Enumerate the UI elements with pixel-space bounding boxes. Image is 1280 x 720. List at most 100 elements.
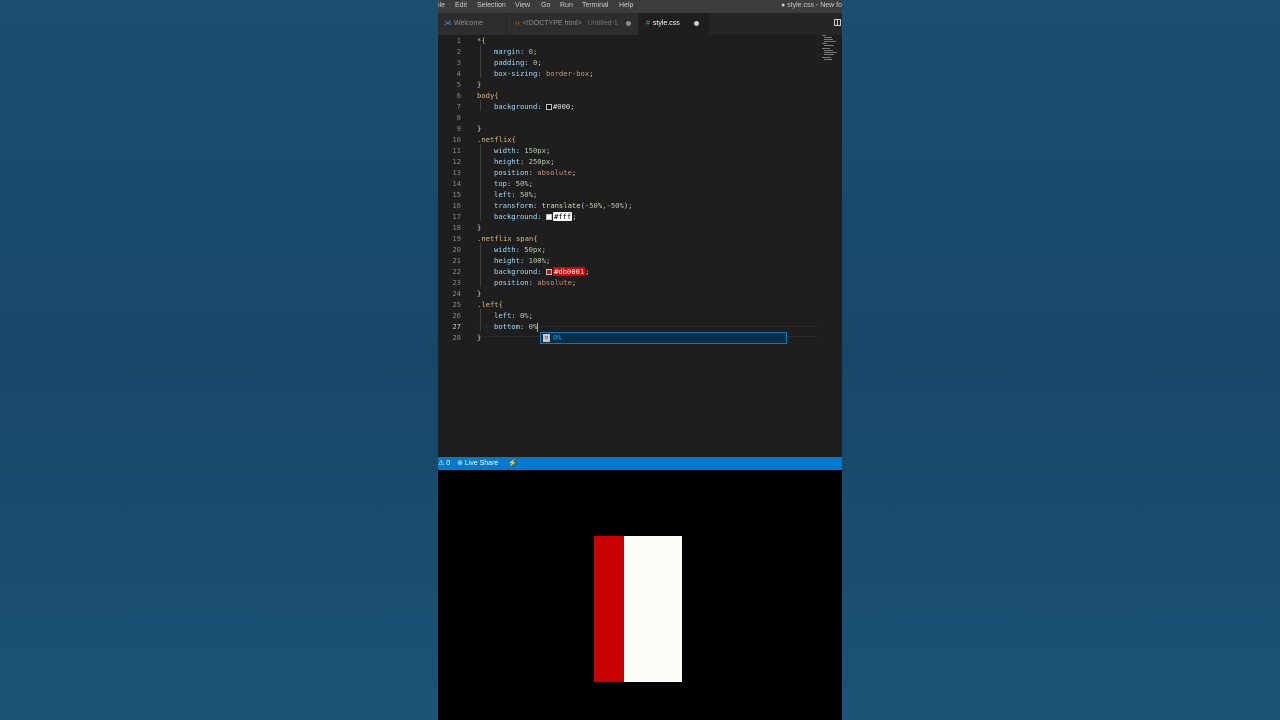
code-text: .netflix span{ bbox=[477, 234, 538, 243]
sync-icon[interactable]: ⚡ bbox=[508, 459, 517, 467]
menu-file[interactable]: ile bbox=[438, 2, 445, 9]
code-line: 24} bbox=[438, 288, 818, 299]
tab-label: style.css bbox=[652, 20, 680, 27]
line-number: 21 bbox=[452, 256, 461, 265]
menu-terminal[interactable]: Terminal bbox=[582, 2, 608, 9]
line-number: 22 bbox=[452, 267, 461, 276]
css-value: absolute bbox=[537, 278, 572, 287]
color-swatch-icon[interactable] bbox=[545, 269, 552, 275]
css-value: 100% bbox=[528, 256, 546, 265]
code-line: 2 margin: 0; bbox=[438, 46, 818, 57]
tab-welcome[interactable]: ⋊ Welcome bbox=[438, 13, 506, 35]
css-property: bottom bbox=[494, 322, 520, 331]
line-number: 19 bbox=[452, 234, 461, 243]
tab-style-css[interactable]: # style.css bbox=[639, 13, 709, 35]
netflix-logo-box bbox=[594, 536, 682, 682]
color-swatch-icon[interactable] bbox=[545, 104, 552, 110]
menu-edit[interactable]: Edit bbox=[455, 2, 467, 9]
css-value: #fff bbox=[552, 212, 573, 221]
code-text: body{ bbox=[477, 91, 499, 100]
line-number: 20 bbox=[452, 245, 461, 254]
code-line: 11 width: 150px; bbox=[438, 145, 818, 156]
tab-label: Welcome bbox=[454, 20, 484, 27]
code-line: 16 transform: translate(-50%,-50%); bbox=[438, 200, 818, 211]
live-share-button[interactable]: ⊚ Live Share bbox=[457, 459, 498, 467]
line-number: 17 bbox=[452, 212, 461, 221]
background-right bbox=[842, 0, 1280, 720]
menu-selection[interactable]: Selection bbox=[477, 2, 506, 9]
tab-bar: ⋊ Welcome ‹› <!DOCTYPE html> Untitled-1 # s… bbox=[438, 13, 842, 35]
line-number: 12 bbox=[452, 157, 461, 166]
line-number: 18 bbox=[452, 223, 461, 232]
css-property: background bbox=[494, 212, 538, 221]
code-line: 1 *{ bbox=[438, 35, 818, 46]
netflix-red-span bbox=[594, 536, 624, 682]
text-cursor bbox=[537, 322, 539, 332]
menu-go[interactable]: Go bbox=[541, 2, 550, 9]
code-text: .left{ bbox=[477, 300, 503, 309]
line-number: 24 bbox=[452, 289, 461, 298]
line-number: 5 bbox=[456, 80, 461, 89]
css-property: background bbox=[494, 102, 538, 111]
html-icon: ‹› bbox=[515, 20, 520, 27]
code-line: 4 box-sizing: border-box; bbox=[438, 68, 818, 79]
line-number: 15 bbox=[452, 190, 461, 199]
autocomplete-suggestion[interactable]: ▫ 0% bbox=[540, 332, 787, 344]
code-line: 14 top: 50%; bbox=[438, 178, 818, 189]
css-value: 0% bbox=[528, 322, 538, 331]
code-line: 6 body{ bbox=[438, 90, 818, 101]
css-value: 0% bbox=[519, 311, 529, 320]
code-text: } bbox=[477, 289, 482, 298]
css-property: margin bbox=[494, 47, 520, 56]
css-property: top bbox=[494, 179, 507, 188]
css-property: box-sizing bbox=[494, 69, 538, 78]
css-value: -50%,-50% bbox=[584, 201, 624, 210]
code-editor[interactable]: 1 *{ 2 margin: 0; 3 padding: 0; 4 box-sizing… bbox=[438, 35, 842, 457]
line-number: 23 bbox=[452, 278, 461, 287]
code-line: 25 .left{ bbox=[438, 299, 818, 310]
line-number: 1 bbox=[456, 36, 461, 45]
line-number: 4 bbox=[456, 69, 461, 78]
menu-run[interactable]: Run bbox=[560, 2, 573, 9]
css-function: translate bbox=[541, 201, 581, 210]
tab-label: <!DOCTYPE html> bbox=[522, 20, 582, 27]
browser-preview bbox=[438, 470, 842, 720]
code-line: 15 left: 50%; bbox=[438, 189, 818, 200]
line-number: 25 bbox=[452, 300, 461, 309]
css-value: 150px bbox=[524, 146, 546, 155]
tab-untitled-html[interactable]: ‹› <!DOCTYPE html> Untitled-1 bbox=[507, 13, 638, 35]
code-text: .netflix{ bbox=[477, 135, 516, 144]
code-line: 9} bbox=[438, 123, 818, 134]
tab-sublabel: Untitled-1 bbox=[587, 20, 618, 27]
code-line: 13 position: absolute; bbox=[438, 167, 818, 178]
css-property: left bbox=[494, 311, 512, 320]
code-line: 19 .netflix span{ bbox=[438, 233, 818, 244]
problems-indicator[interactable]: ⚠ 0 bbox=[438, 459, 450, 467]
code-text: } bbox=[477, 333, 482, 342]
css-value: 250px bbox=[528, 157, 551, 166]
css-value: absolute bbox=[537, 168, 572, 177]
css-property: position bbox=[494, 278, 529, 287]
css-value: #db0001 bbox=[552, 267, 586, 276]
modified-dot-icon[interactable] bbox=[625, 20, 631, 26]
split-editor-icon[interactable] bbox=[834, 19, 841, 26]
menu-help[interactable]: Help bbox=[619, 2, 633, 9]
line-number: 27 bbox=[452, 322, 461, 331]
css-value: border-box bbox=[545, 69, 590, 78]
code-line: 7 background: #000; bbox=[438, 101, 818, 112]
line-number: 16 bbox=[452, 201, 461, 210]
code-text: } bbox=[477, 223, 482, 232]
menu-view[interactable]: View bbox=[515, 2, 530, 9]
line-number: 26 bbox=[452, 311, 461, 320]
css-hash-icon: # bbox=[646, 20, 650, 27]
css-property: position bbox=[494, 168, 529, 177]
modified-dot-icon[interactable] bbox=[693, 20, 699, 26]
color-swatch-icon[interactable] bbox=[545, 214, 552, 220]
css-property: width bbox=[494, 146, 516, 155]
minimap[interactable] bbox=[822, 35, 838, 65]
code-line: 21 height: 100%; bbox=[438, 255, 818, 266]
css-property: width bbox=[494, 245, 516, 254]
css-value: 50% bbox=[519, 190, 533, 199]
code-line: 18} bbox=[438, 222, 818, 233]
code-text: } bbox=[477, 124, 482, 133]
